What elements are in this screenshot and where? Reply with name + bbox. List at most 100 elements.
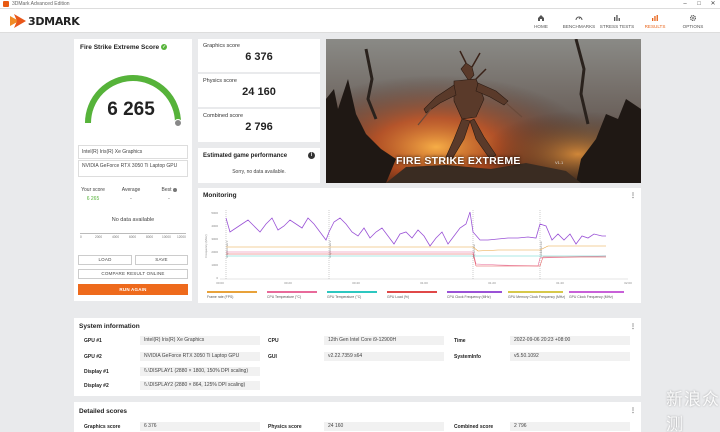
y-tick: 3000 [211, 237, 218, 241]
sysinfo-value: 12th Gen Intel Core i9-12900H [324, 336, 444, 345]
detailed-scores-menu-icon[interactable]: ⋮ [630, 407, 636, 414]
load-button[interactable]: LOAD [78, 255, 132, 265]
x-tick: 00:40 [352, 281, 360, 285]
legend-item[interactable]: GPU Clock Frequency (MHz) [569, 291, 624, 299]
best-score: Best - [152, 187, 186, 202]
sysinfo-key: SystemInfo [454, 354, 481, 360]
your-score: Your score 6 265 [76, 187, 110, 202]
distribution-axis: 0 2000 4000 6000 8000 10000 12000 [80, 233, 186, 242]
close-button[interactable]: ✕ [706, 0, 720, 9]
graphics-score-card: Graphics score 6 376 [198, 39, 320, 72]
nav-home-label: HOME [534, 24, 548, 29]
legend-label: CPU Clock Frequency (MHz) [447, 295, 491, 299]
sysinfo-key: Time [454, 338, 466, 344]
hero-title: FIRE STRIKE EXTREME [396, 155, 521, 167]
check-icon: ✓ [161, 44, 168, 51]
axis-tick: 6000 [129, 235, 137, 239]
x-tick: 01:00 [420, 281, 428, 285]
hero-version: V1.1 [555, 160, 564, 165]
marker-label: Graphics test 2 [328, 240, 332, 258]
system-info-menu-icon[interactable]: ⋮ [630, 323, 636, 330]
average-label: Average [121, 187, 141, 193]
legend-item[interactable]: Frame rate (FPS) [207, 291, 257, 299]
x-tick: 01:40 [556, 281, 564, 285]
best-value: - [168, 196, 170, 202]
app-icon [3, 1, 9, 7]
legend-item[interactable]: CPU Clock Frequency (MHz) [447, 291, 502, 299]
x-tick: 00:00 [216, 281, 224, 285]
nav-home[interactable]: HOME [522, 9, 560, 33]
benchmark-hero-image: FIRE STRIKE EXTREME V1.1 [326, 39, 641, 183]
physics-score-label: Physics score [203, 78, 237, 84]
nav-stress-tests-label: STRESS TESTS [599, 24, 635, 29]
physics-score-value: 24 160 [242, 86, 276, 98]
x-tick: 01:20 [488, 281, 496, 285]
sysinfo-key: Display #1 [84, 369, 109, 375]
sysinfo-value: NVIDIA GeForce RTX 3050 Ti Laptop GPU [140, 352, 260, 361]
watermark: 新浪众测 [666, 390, 720, 432]
monitoring-card: Monitoring ⋮ Frequency (MHz) 5000 4000 3… [198, 188, 641, 303]
legend-item[interactable]: GPU Memory Clock Frequency (MHz) [508, 291, 565, 299]
legend-swatch [267, 291, 317, 293]
compare-result-online-button[interactable]: COMPARE RESULT ONLINE [78, 269, 188, 279]
best-info-icon [172, 187, 177, 192]
axis-tick: 8000 [146, 235, 154, 239]
game-performance-card: Estimated game performance i Sorry, no d… [198, 148, 320, 183]
nav-stress-tests[interactable]: STRESS TESTS [598, 9, 636, 33]
nav-benchmarks[interactable]: BENCHMARKS [560, 9, 598, 33]
gpu1-name: Intel(R) Iris(R) Xe Graphics [78, 145, 188, 159]
detail-value: 2 796 [510, 422, 630, 431]
legend-label: GPU Memory Clock Frequency (MHz) [508, 295, 566, 299]
axis-tick: 2000 [95, 235, 103, 239]
run-again-button[interactable]: RUN AGAIN [78, 284, 188, 295]
best-label: Best [152, 187, 186, 193]
legend-swatch [569, 291, 624, 293]
sysinfo-value: \\.\DISPLAY1 (2880 × 1800, 150% DPI scal… [140, 367, 260, 376]
legend-swatch [327, 291, 377, 293]
nav-options-label: OPTIONS [682, 24, 704, 29]
gpu2-name: NVIDIA GeForce RTX 3050 Ti Laptop GPU [78, 160, 188, 177]
detail-value: 6 376 [140, 422, 260, 431]
minimize-button[interactable]: – [678, 0, 692, 9]
save-button[interactable]: SAVE [135, 255, 188, 265]
your-score-label: Your score [81, 187, 105, 193]
y-tick: 2000 [211, 250, 218, 254]
game-performance-title: Estimated game performance [203, 153, 288, 159]
graphics-score-value: 6 376 [245, 51, 273, 63]
sysinfo-key: Display #2 [84, 383, 109, 389]
x-tick: 00:20 [284, 281, 292, 285]
info-icon[interactable]: i [308, 152, 315, 159]
results-icon [651, 13, 659, 22]
maximize-button[interactable]: □ [692, 0, 706, 9]
nav-options[interactable]: OPTIONS [674, 9, 712, 33]
legend-swatch [447, 291, 502, 293]
system-information-card: System information ⋮ GPU #1 Intel(R) Iri… [74, 318, 641, 396]
legend-swatch [508, 291, 563, 293]
distribution-no-data: No data available [111, 217, 155, 223]
sysinfo-value: \\.\DISPLAY2 (2880 × 864, 125% DPI scali… [140, 381, 260, 390]
legend-swatch [387, 291, 437, 293]
window-title: 3DMark Advanced Edition [12, 1, 70, 7]
legend-item[interactable]: GPU Temperature (°C) [327, 291, 377, 299]
monitoring-chart: Frequency (MHz) 5000 4000 3000 2000 1000… [204, 210, 632, 285]
legend-item[interactable]: CPU Temperature (°C) [267, 291, 317, 299]
nav-results-label: RESULTS [644, 24, 666, 29]
detail-key: Graphics score [84, 424, 121, 430]
combined-score-label: Combined score [203, 113, 244, 119]
legend-label: GPU Load (%) [387, 295, 410, 299]
y-tick: 5000 [211, 211, 218, 215]
overall-score-value: 6 265 [107, 99, 155, 120]
nav-results[interactable]: RESULTS [636, 9, 674, 33]
game-performance-message: Sorry, no data available. [232, 169, 286, 175]
gauge-icon [575, 13, 583, 22]
score-title: Fire Strike Extreme Score ✓ [80, 44, 168, 51]
sysinfo-value: 2022-09-06 20:23 +08:00 [510, 336, 630, 345]
legend-label: CPU Temperature (°C) [267, 295, 302, 299]
sysinfo-value: Intel(R) Iris(R) Xe Graphics [140, 336, 260, 345]
best-label-text: Best [161, 187, 172, 193]
legend-item[interactable]: GPU Load (%) [387, 291, 437, 299]
window-titlebar: 3DMark Advanced Edition – □ ✕ [0, 0, 720, 9]
monitoring-y-label: Frequency (MHz) [204, 234, 208, 257]
logo-text: 3DMARK [28, 14, 80, 28]
average-score: Average - [114, 187, 148, 202]
